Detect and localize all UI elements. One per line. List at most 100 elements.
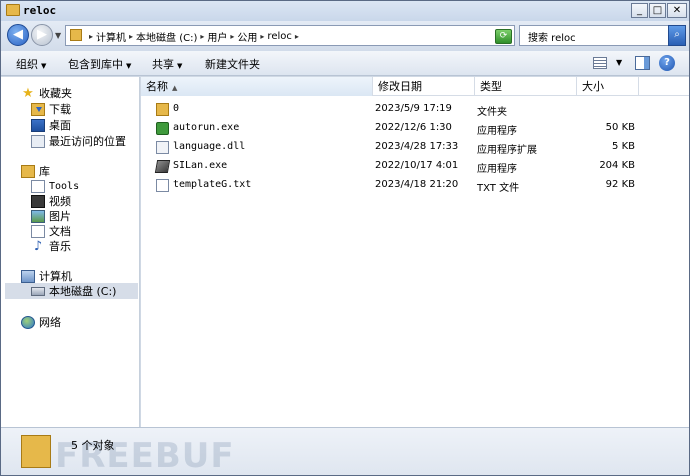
breadcrumb-public[interactable]: 公用 [237, 29, 257, 44]
nav-label: 视频 [49, 195, 71, 208]
column-headers: 名称 ▲ 修改日期 类型 大小 [141, 77, 689, 96]
column-header-date[interactable]: 修改日期 [373, 77, 475, 96]
explorer-window: reloc _ □ ✕ ◀ ▶ ▼ ▸ 计算机 ▸ 本地磁盘 (C:) ▸ 用户… [0, 0, 690, 476]
nav-item-pictures[interactable]: 图片 [31, 208, 71, 224]
chevron-right-icon[interactable]: ▸ [89, 32, 93, 41]
chevron-right-icon[interactable]: ▸ [200, 32, 204, 41]
nav-item-recent[interactable]: 最近访问的位置 [31, 133, 126, 149]
file-size: 50 KB [605, 122, 635, 133]
include-library-label: 包含到库中 [68, 58, 123, 71]
back-button[interactable]: ◀ [7, 24, 29, 46]
breadcrumb: ▸ 计算机 ▸ 本地磁盘 (C:) ▸ 用户 ▸ 公用 ▸ reloc ▸ [86, 29, 302, 44]
file-date: 2023/4/28 17:33 [375, 141, 459, 152]
nav-item-videos[interactable]: 视频 [31, 193, 71, 209]
chevron-right-icon[interactable]: ▸ [295, 32, 299, 41]
file-row[interactable]: 0 2023/5/9 17:19 文件夹 [141, 100, 689, 119]
search-input[interactable]: 搜索 reloc [519, 25, 669, 46]
chevron-down-icon: ▼ [177, 62, 183, 70]
nav-label: 网络 [39, 316, 61, 329]
file-row[interactable]: autorun.exe 2022/12/6 1:30 应用程序 50 KB [141, 119, 689, 138]
nav-item-desktop[interactable]: 桌面 [31, 117, 71, 133]
details-pane: FREEBUF 5 个对象 [1, 427, 689, 476]
folder-icon [70, 29, 82, 41]
breadcrumb-computer[interactable]: 计算机 [96, 29, 126, 44]
nav-label: 下载 [49, 103, 71, 116]
column-header-size[interactable]: 大小 [577, 77, 639, 96]
file-name: autorun.exe [173, 122, 240, 133]
file-size: 5 KB [612, 141, 635, 152]
file-type: TXT 文件 [477, 183, 520, 194]
chevron-down-icon[interactable]: ▼ [616, 58, 622, 67]
file-name: SILan.exe [173, 160, 228, 171]
file-size: 204 KB [599, 160, 635, 171]
file-date: 2022/12/6 1:30 [375, 122, 452, 133]
file-name: templateG.txt [173, 179, 252, 190]
folder-icon [156, 103, 169, 116]
file-row[interactable]: templateG.txt 2023/4/18 21:20 TXT 文件 92 … [141, 176, 689, 195]
nav-item-computer[interactable]: 计算机 [21, 268, 72, 284]
file-type: 应用程序 [477, 126, 517, 137]
chevron-down-icon: ▼ [126, 62, 132, 70]
command-bar: 组织 ▼ 包含到库中 ▼ 共享 ▼ 新建文件夹 ▼ ? [1, 51, 689, 76]
nav-item-music[interactable]: ♪ 音乐 [31, 238, 71, 254]
nav-item-favorites[interactable]: ★ 收藏夹 [21, 85, 72, 101]
forward-button[interactable]: ▶ [31, 24, 53, 46]
column-header-name[interactable]: 名称 ▲ [141, 77, 373, 96]
computer-icon [21, 269, 35, 283]
address-input[interactable]: ▸ 计算机 ▸ 本地磁盘 (C:) ▸ 用户 ▸ 公用 ▸ reloc ▸ ▼ [65, 25, 515, 46]
nav-item-local-disk[interactable]: 本地磁盘 (C:) [5, 283, 138, 299]
drive-icon [31, 286, 45, 296]
nav-label: 计算机 [39, 270, 72, 283]
video-icon [31, 194, 45, 208]
column-name-label: 名称 [146, 80, 168, 93]
nav-item-libraries[interactable]: 库 [21, 163, 50, 179]
nav-label: 最近访问的位置 [49, 135, 126, 148]
desktop-icon [31, 118, 45, 132]
file-list: 名称 ▲ 修改日期 类型 大小 0 2023/5/9 17:19 文件夹 auto… [141, 77, 689, 427]
new-folder-button[interactable]: 新建文件夹 [205, 56, 260, 72]
nav-item-network[interactable]: 网络 [21, 314, 61, 330]
document-icon [31, 224, 45, 238]
help-icon[interactable]: ? [659, 55, 675, 71]
window-title: reloc [23, 4, 57, 17]
picture-icon [31, 209, 45, 223]
maximize-button[interactable]: □ [649, 3, 666, 18]
file-name: language.dll [173, 141, 246, 152]
file-name: 0 [173, 103, 180, 114]
share-button[interactable]: 共享 ▼ [152, 56, 182, 72]
title-bar[interactable]: reloc _ □ ✕ [1, 1, 689, 21]
nav-item-tools[interactable]: Tools [31, 178, 79, 194]
nav-label: 收藏夹 [39, 87, 72, 100]
search-icon[interactable]: ⌕ [668, 25, 686, 46]
nav-item-downloads[interactable]: 下载 [31, 101, 71, 117]
breadcrumb-users[interactable]: 用户 [207, 29, 227, 44]
nav-label: 库 [39, 165, 50, 178]
download-folder-icon [31, 102, 45, 116]
txt-icon [156, 179, 169, 192]
preview-pane-icon[interactable] [635, 56, 650, 70]
close-button[interactable]: ✕ [667, 3, 687, 18]
nav-label: 本地磁盘 (C:) [49, 285, 117, 298]
chevron-right-icon[interactable]: ▸ [129, 32, 133, 41]
item-count: 5 个对象 [71, 439, 115, 452]
refresh-button[interactable]: ⟳ [495, 29, 512, 44]
breadcrumb-local-disk[interactable]: 本地磁盘 (C:) [136, 29, 197, 44]
network-icon [21, 315, 35, 329]
view-icon[interactable] [593, 57, 607, 69]
file-row[interactable]: language.dll 2023/4/28 17:33 应用程序扩展 5 KB [141, 138, 689, 157]
sort-ascending-icon: ▲ [172, 84, 178, 92]
nav-item-documents[interactable]: 文档 [31, 223, 71, 239]
minimize-button[interactable]: _ [631, 3, 648, 18]
chevron-right-icon[interactable]: ▸ [260, 32, 264, 41]
file-row[interactable]: SILan.exe 2022/10/17 4:01 应用程序 204 KB [141, 157, 689, 176]
breadcrumb-reloc[interactable]: reloc [267, 31, 291, 42]
dll-icon [156, 141, 169, 154]
organize-button[interactable]: 组织 ▼ [16, 56, 46, 72]
include-in-library-button[interactable]: 包含到库中 ▼ [68, 56, 131, 72]
chevron-right-icon[interactable]: ▸ [230, 32, 234, 41]
history-dropdown-icon[interactable]: ▼ [55, 31, 61, 40]
file-date: 2023/5/9 17:19 [375, 103, 452, 114]
file-type: 应用程序 [477, 164, 517, 175]
star-icon: ★ [22, 85, 34, 101]
column-header-type[interactable]: 类型 [475, 77, 577, 96]
